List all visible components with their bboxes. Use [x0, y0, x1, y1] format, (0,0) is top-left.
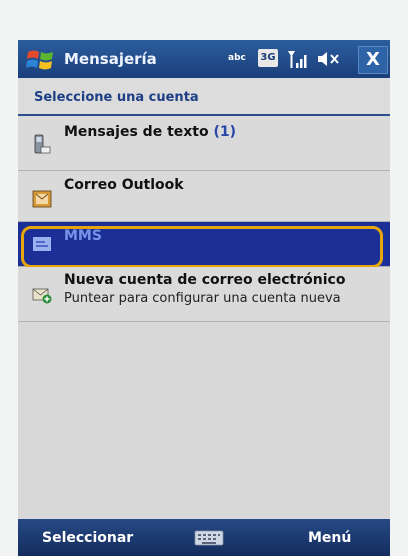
- list-item-sublabel: Puntear para configurar una cuenta nueva: [64, 291, 341, 306]
- volume-muted-icon[interactable]: [316, 49, 342, 69]
- signal-strength-icon[interactable]: [286, 48, 310, 70]
- unread-count: (1): [213, 124, 237, 140]
- list-item-outlook[interactable]: Correo Outlook: [18, 171, 390, 222]
- list-item-sms[interactable]: Mensajes de texto (1): [18, 116, 390, 171]
- input-mode-indicator: abc: [228, 53, 246, 63]
- outlook-mail-icon: [32, 190, 52, 208]
- close-button[interactable]: X: [358, 46, 388, 74]
- softkey-select[interactable]: Seleccionar: [42, 530, 133, 546]
- new-email-account-icon: [32, 288, 52, 304]
- selection-highlight: [21, 226, 383, 268]
- app-title: Mensajería: [64, 50, 157, 68]
- windows-start-icon[interactable]: [26, 47, 56, 73]
- keyboard-icon[interactable]: [194, 530, 224, 546]
- section-header-label: Seleccione una cuenta: [34, 90, 199, 105]
- title-bar: Mensajería abc 3G X: [18, 40, 390, 78]
- list-item-label: Correo Outlook: [64, 177, 184, 193]
- list-item-label: Mensajes de texto (1): [64, 124, 237, 140]
- section-header: Seleccione una cuenta: [18, 78, 390, 116]
- softkey-bar: Seleccionar Menú: [18, 519, 390, 556]
- list-item-new-email-account[interactable]: Nueva cuenta de correo electrónico Punte…: [18, 267, 390, 322]
- empty-list-area: [18, 322, 390, 519]
- device-screen: Mensajería abc 3G X Seleccione una cuent…: [18, 40, 390, 556]
- softkey-menu[interactable]: Menú: [308, 530, 351, 546]
- sms-phone-icon: [34, 134, 51, 154]
- network-3g-icon: 3G: [258, 49, 278, 67]
- list-item-label: Nueva cuenta de correo electrónico: [64, 272, 346, 288]
